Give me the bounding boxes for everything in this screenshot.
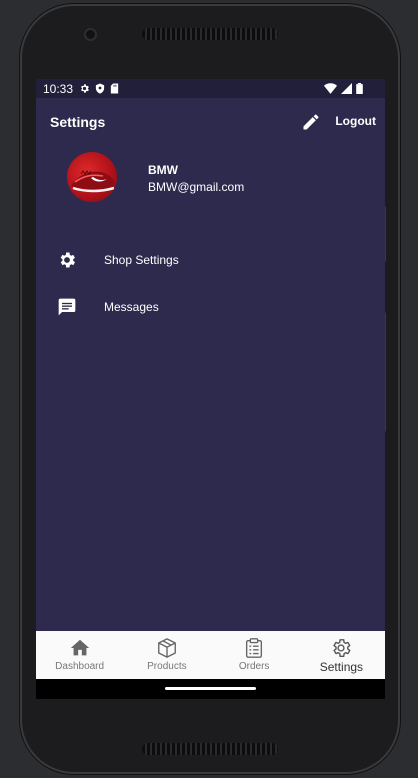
sdcard-status-icon (110, 83, 119, 94)
shield-status-icon (95, 83, 105, 94)
gesture-bar (36, 679, 385, 699)
nav-label: Dashboard (55, 661, 105, 672)
profile-email: BMW@gmail.com (148, 180, 245, 194)
app-screen: 10:33 Settings Logout BMW BMW@gmail.com … (36, 79, 385, 699)
home-icon (70, 639, 89, 656)
menu-item-label: Messages (104, 300, 159, 314)
nav-item-dashboard[interactable]: Dashboard (36, 631, 123, 679)
signal-icon (341, 83, 352, 94)
gear-icon (333, 639, 351, 657)
box-icon (157, 638, 176, 658)
menu-item-label: Shop Settings (104, 253, 179, 267)
nav-item-settings[interactable]: Settings (298, 631, 385, 679)
nav-item-products[interactable]: Products (123, 631, 210, 679)
bottom-navigation: Dashboard Products Orders Settings (36, 631, 385, 679)
menu-item-messages[interactable]: Messages (36, 287, 385, 327)
nav-label: Products (147, 661, 187, 672)
status-time: 10:33 (43, 81, 74, 96)
profile-name: BMW (148, 163, 178, 177)
menu-item-shop-settings[interactable]: Shop Settings (36, 240, 385, 280)
home-gesture-pill[interactable] (165, 687, 256, 690)
bottom-speaker (142, 743, 278, 755)
wifi-icon (324, 83, 337, 94)
gear-icon (60, 252, 75, 268)
battery-icon (356, 83, 363, 94)
nav-label: Settings (319, 660, 364, 674)
app-bar: Settings Logout (36, 98, 385, 146)
shoe-image (71, 170, 115, 193)
page-title: Settings (50, 114, 106, 130)
clipboard-icon (246, 638, 263, 658)
front-camera (86, 30, 95, 39)
settings-status-icon (81, 84, 89, 93)
avatar[interactable] (67, 152, 117, 202)
message-icon (58, 298, 76, 316)
nav-label: Orders (238, 661, 270, 672)
top-speaker (142, 28, 278, 40)
pencil-icon[interactable] (301, 112, 321, 132)
logout-button[interactable]: Logout (335, 114, 376, 128)
nav-item-orders[interactable]: Orders (211, 631, 298, 679)
status-bar: 10:33 (36, 79, 385, 98)
